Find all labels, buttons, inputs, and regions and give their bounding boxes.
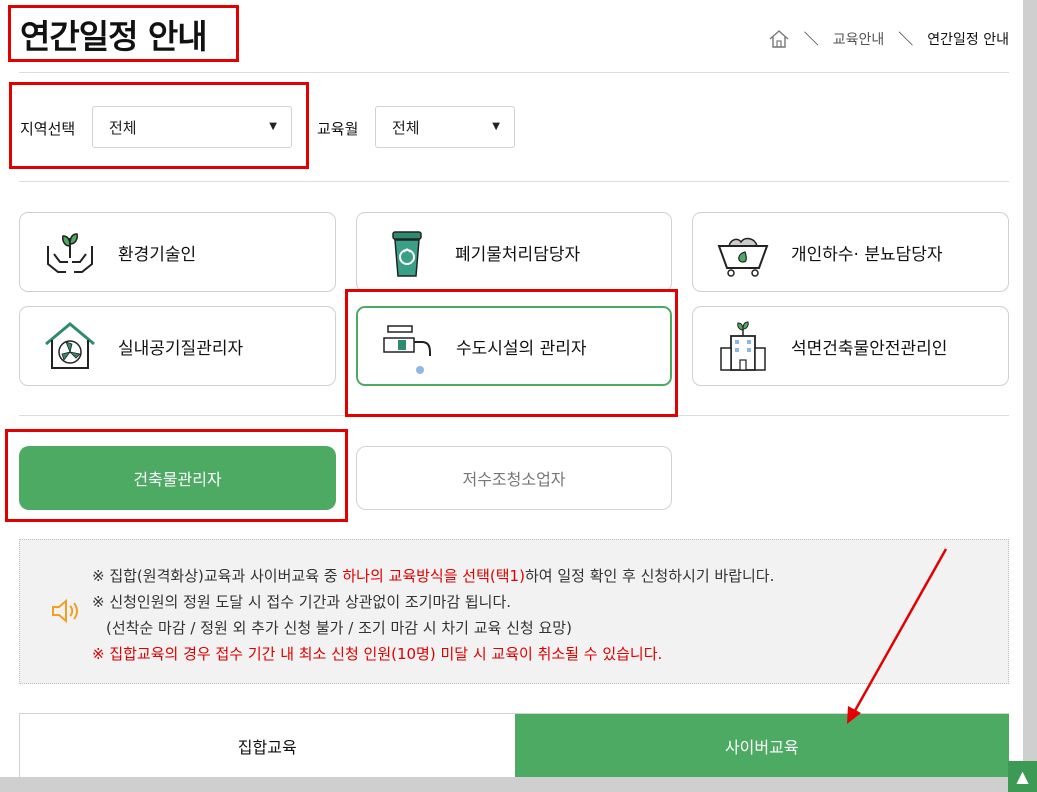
house-fan-icon (45, 322, 95, 369)
notice-box: ※ 집합(원격화상)교육과 사이버교육 중 하나의 교육방식을 선택(택1)하여… (19, 539, 1009, 684)
page: 연간일정 안내 ＼ 교육안내 ＼ 연간일정 안내 지역선택 전체 ▼ 교육월 전… (0, 0, 1023, 777)
region-select[interactable]: 전체 ▼ (92, 106, 292, 148)
chevron-down-icon: ▼ (269, 121, 277, 132)
category-label: 환경기술인 (118, 244, 197, 265)
region-label: 지역선택 (20, 120, 76, 138)
notice-line-3: (선착순 마감 / 정원 외 추가 신청 불가 / 조기 마감 시 차기 교육 … (106, 619, 572, 637)
building-plant-icon (720, 321, 766, 371)
notice-line-1: ※ 집합(원격화상)교육과 사이버교육 중 하나의 교육방식을 선택(택1)하여… (92, 567, 775, 585)
notice-line-2: ※ 신청인원의 정원 도달 시 접수 기간과 상관없이 조기마감 됩니다. (92, 593, 512, 611)
scroll-top-button[interactable]: ▲ (1008, 761, 1037, 792)
category-environment-engineer[interactable]: 환경기술인 (19, 212, 336, 292)
breadcrumb-separator: ＼ (898, 30, 914, 48)
breadcrumb-level1[interactable]: 교육안내 (833, 29, 885, 49)
subtype-tank-cleaner-button[interactable]: 저수조청소업자 (356, 446, 672, 510)
month-select-value: 전체 (392, 118, 420, 137)
category-label: 석면건축물안전관리인 (791, 338, 948, 359)
region-select-value: 전체 (109, 118, 137, 137)
cart-leaf-icon (717, 237, 769, 277)
chevron-down-icon: ▼ (492, 121, 500, 132)
category-label: 실내공기질관리자 (118, 338, 244, 359)
breadcrumb: ＼ 교육안내 ＼ 연간일정 안내 (768, 28, 1009, 49)
plant-hands-icon (47, 233, 93, 273)
divider (19, 415, 1009, 416)
divider (19, 72, 1009, 73)
tab-cyber-education[interactable]: 사이버교육 (514, 714, 1009, 777)
faucet-icon (383, 325, 431, 374)
divider (19, 181, 1009, 182)
subtype-building-manager-button[interactable]: 건축물관리자 (19, 446, 336, 510)
tab-group-education[interactable]: 집합교육 (19, 714, 515, 777)
category-label: 폐기물처리담당자 (455, 244, 581, 265)
category-label: 수도시설의 관리자 (456, 338, 587, 359)
category-asbestos-manager[interactable]: 석면건축물안전관리인 (692, 306, 1009, 386)
speaker-icon (52, 598, 78, 624)
recycle-bin-icon (392, 231, 422, 277)
category-waste-manager[interactable]: 폐기물처리담당자 (356, 212, 672, 292)
category-indoor-air-manager[interactable]: 실내공기질관리자 (19, 306, 336, 386)
category-label: 개인하수· 분뇨담당자 (791, 244, 943, 265)
education-type-tabs: 집합교육 사이버교육 (19, 713, 1009, 777)
up-arrow-icon: ▲ (1016, 767, 1029, 786)
breadcrumb-current: 연간일정 안내 (927, 31, 1009, 48)
category-water-facility-manager[interactable]: 수도시설의 관리자 (356, 306, 672, 386)
month-select[interactable]: 전체 ▼ (375, 106, 515, 148)
home-icon[interactable] (768, 29, 790, 49)
notice-line-4: ※ 집합교육의 경우 접수 기간 내 최소 신청 인원(10명) 미달 시 교육… (92, 645, 663, 663)
breadcrumb-separator: ＼ (803, 30, 819, 48)
page-title: 연간일정 안내 (20, 17, 208, 56)
month-label: 교육월 (317, 120, 359, 138)
category-sewage-manager[interactable]: 개인하수· 분뇨담당자 (692, 212, 1009, 292)
